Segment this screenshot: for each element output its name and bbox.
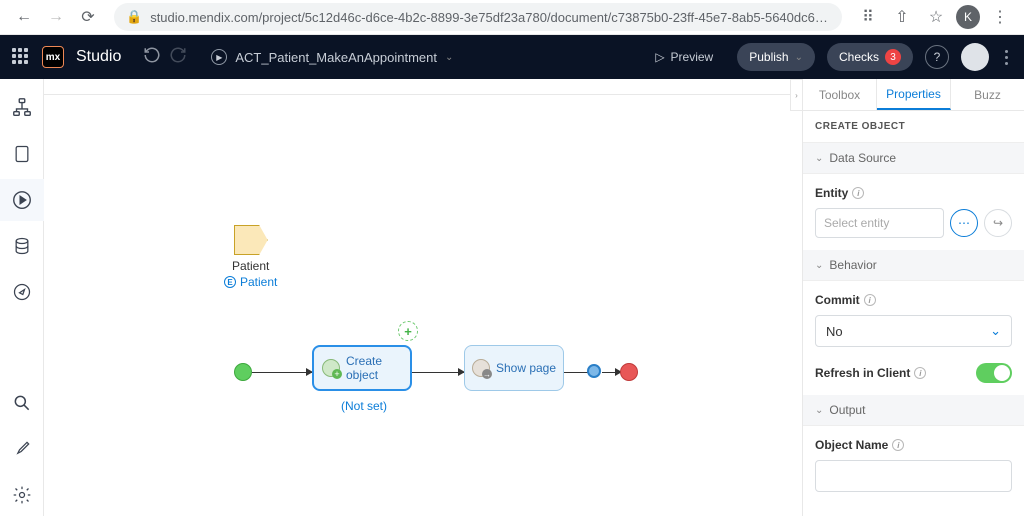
commit-label: Commiti xyxy=(815,293,1012,307)
object-name-label: Object Namei xyxy=(815,438,1012,452)
sidebar-navigation[interactable] xyxy=(0,271,44,313)
refresh-toggle[interactable] xyxy=(976,363,1012,383)
sidebar-microflows[interactable] xyxy=(0,179,44,221)
create-object-activity[interactable]: Create object xyxy=(312,345,412,391)
properties-panel: › Toolbox Properties Buzz CREATE OBJECT … xyxy=(802,79,1024,516)
commit-select[interactable]: No⌄ xyxy=(815,315,1012,347)
sidebar-search[interactable] xyxy=(0,382,44,424)
object-name-input[interactable] xyxy=(815,460,1012,492)
info-icon[interactable]: i xyxy=(852,187,864,199)
breadcrumb[interactable]: ▶ ACT_Patient_MakeAnAppointment ⌄ xyxy=(211,49,453,65)
checks-count-badge: 3 xyxy=(885,49,901,65)
publish-button[interactable]: Publish⌄ xyxy=(737,43,815,71)
undo-button[interactable] xyxy=(143,46,161,69)
panel-title: CREATE OBJECT xyxy=(803,111,1024,143)
section-behavior[interactable]: ⌄Behavior xyxy=(803,250,1024,281)
mendix-logo[interactable]: mx xyxy=(42,46,64,68)
info-icon[interactable]: i xyxy=(914,367,926,379)
studio-label: Studio xyxy=(76,48,121,66)
sequence-connector[interactable] xyxy=(587,364,601,378)
end-event[interactable] xyxy=(620,363,638,381)
app-topbar: mx Studio ▶ ACT_Patient_MakeAnAppointmen… xyxy=(0,35,1024,79)
activity-label: Show page xyxy=(496,361,556,375)
info-icon[interactable]: i xyxy=(864,294,876,306)
chevron-down-icon: ⌄ xyxy=(795,52,803,63)
activity-label: Create object xyxy=(346,354,402,383)
browser-chrome: ← → ⟳ 🔒 studio.mendix.com/project/5c12d4… xyxy=(0,0,1024,35)
entity-label: Entityi xyxy=(815,186,1012,200)
lock-icon: 🔒 xyxy=(126,9,142,25)
back-button[interactable]: ← xyxy=(10,3,38,31)
user-avatar[interactable] xyxy=(961,43,989,71)
sidebar-data[interactable] xyxy=(0,225,44,267)
entity-browse-button[interactable]: ⋯ xyxy=(950,209,978,237)
sidebar-domain-model[interactable] xyxy=(0,87,44,129)
breadcrumb-label: ACT_Patient_MakeAnAppointment xyxy=(235,50,437,65)
chevron-down-icon: ⌄ xyxy=(815,260,823,271)
profile-avatar[interactable]: K xyxy=(956,5,980,29)
chrome-menu-icon[interactable]: ⋮ xyxy=(986,3,1014,31)
tab-properties[interactable]: Properties xyxy=(877,79,951,110)
play-icon: ▶ xyxy=(211,49,227,65)
flow-connector xyxy=(564,372,588,373)
entity-goto-button[interactable]: ↪ xyxy=(984,209,1012,237)
canvas[interactable]: › Patient E Patient Create object (Not s… xyxy=(44,79,802,516)
parameter-node[interactable]: Patient E Patient xyxy=(224,225,277,289)
add-activity-button[interactable]: + xyxy=(398,321,418,341)
tab-toolbox[interactable]: Toolbox xyxy=(803,79,877,110)
section-data-source[interactable]: ⌄Data Source xyxy=(803,143,1024,174)
flow-connector xyxy=(412,372,464,373)
collapse-panel-button[interactable]: › xyxy=(790,79,802,111)
help-button[interactable]: ? xyxy=(925,45,949,69)
sidebar-settings[interactable] xyxy=(0,474,44,516)
create-object-icon xyxy=(322,359,340,377)
entity-select-field[interactable]: Select entity xyxy=(815,208,944,238)
chevron-down-icon: ⌄ xyxy=(815,153,823,164)
checks-button[interactable]: Checks3 xyxy=(827,43,913,71)
play-icon: ▷ xyxy=(655,50,664,64)
redo-button[interactable] xyxy=(169,46,187,69)
parameter-name: Patient xyxy=(232,259,269,273)
section-output[interactable]: ⌄Output xyxy=(803,395,1024,426)
refresh-label: Refresh in Clienti xyxy=(815,366,926,380)
reload-button[interactable]: ⟳ xyxy=(74,3,102,31)
chevron-down-icon: ⌄ xyxy=(815,405,823,416)
info-icon[interactable]: i xyxy=(892,439,904,451)
left-sidebar xyxy=(0,79,44,516)
entity-badge-icon: E xyxy=(224,276,236,288)
chevron-down-icon: ⌄ xyxy=(445,52,453,63)
not-set-label: (Not set) xyxy=(341,399,387,413)
show-page-activity[interactable]: Show page xyxy=(464,345,564,391)
translate-icon[interactable]: ⠿ xyxy=(854,3,882,31)
star-icon[interactable]: ☆ xyxy=(922,3,950,31)
forward-button[interactable]: → xyxy=(42,3,70,31)
parameter-icon xyxy=(234,225,268,255)
chevron-down-icon: ⌄ xyxy=(990,323,1001,339)
url-text: studio.mendix.com/project/5c12d46c-d6ce-… xyxy=(150,10,830,25)
tab-buzz[interactable]: Buzz xyxy=(951,79,1024,110)
share-icon[interactable]: ⇧ xyxy=(888,3,916,31)
more-menu-icon[interactable] xyxy=(1001,46,1012,69)
preview-button[interactable]: ▷Preview xyxy=(643,43,725,71)
sidebar-pages[interactable] xyxy=(0,133,44,175)
address-bar[interactable]: 🔒 studio.mendix.com/project/5c12d46c-d6c… xyxy=(114,3,842,31)
show-page-icon xyxy=(472,359,490,377)
sidebar-theme[interactable] xyxy=(0,428,44,470)
parameter-type: E Patient xyxy=(224,275,277,289)
start-event[interactable] xyxy=(234,363,252,381)
flow-connector xyxy=(252,372,312,373)
apps-grid-icon[interactable] xyxy=(12,48,30,66)
